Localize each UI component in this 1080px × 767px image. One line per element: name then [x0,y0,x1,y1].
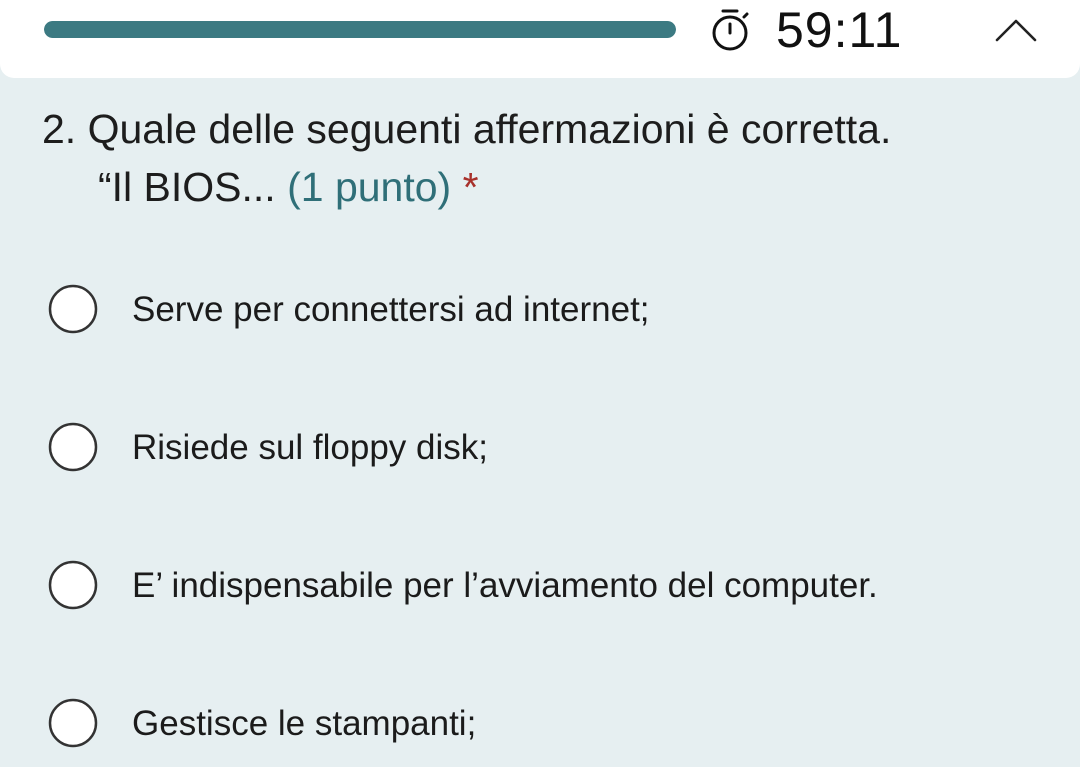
answer-option-label: Risiede sul floppy disk; [132,428,488,467]
radio-button[interactable] [48,284,98,334]
collapse-button[interactable] [986,8,1046,52]
answer-option-label: Serve per connettersi ad internet; [132,290,650,329]
chevron-up-icon [995,19,1037,42]
radio-button[interactable] [48,560,98,610]
question-title: 2. Quale delle seguenti affermazioni è c… [42,100,1052,216]
question-text: Quale delle seguenti affermazioni è corr… [87,106,892,152]
timer-display: 59:11 [776,2,903,58]
radio-button[interactable] [48,698,98,748]
question-number: 2. [42,106,77,152]
quiz-header: 59:11 [0,0,1080,78]
question-points: (1 punto) [287,164,452,210]
stopwatch-icon [712,9,749,51]
required-marker: * [462,164,479,210]
answer-option-4[interactable]: Gestisce le stampanti; [44,694,1024,754]
answer-option-3[interactable]: E’ indispensabile per l’avviamento del c… [44,556,1024,616]
progress-bar-fill [44,21,676,38]
question-text-continued: “Il BIOS... [98,164,276,210]
question-line-1: 2. Quale delle seguenti affermazioni è c… [42,100,1052,158]
answer-option-label: Gestisce le stampanti; [132,704,477,743]
answer-option-1[interactable]: Serve per connettersi ad internet; [44,280,1024,340]
radio-button[interactable] [48,422,98,472]
answer-option-label: E’ indispensabile per l’avviamento del c… [132,566,878,605]
question-line-2: “Il BIOS... (1 punto) * [42,158,1052,216]
progress-bar [44,21,676,38]
answer-option-2[interactable]: Risiede sul floppy disk; [44,418,1024,478]
